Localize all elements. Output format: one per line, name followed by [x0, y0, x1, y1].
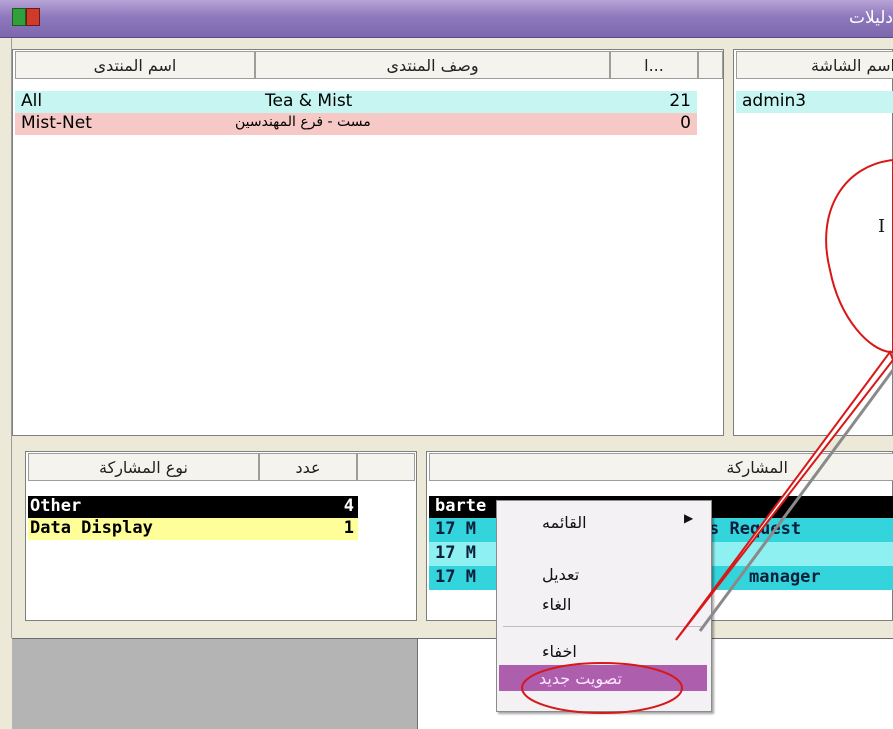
callout-text: I — [878, 216, 885, 237]
highlight-ellipse — [521, 662, 683, 714]
speech-bubble-shape — [825, 158, 893, 353]
speech-bubble-tail — [675, 349, 893, 641]
speech-bubble-tail-shadow — [698, 369, 893, 632]
annotation-overlay: I — [521, 158, 893, 714]
